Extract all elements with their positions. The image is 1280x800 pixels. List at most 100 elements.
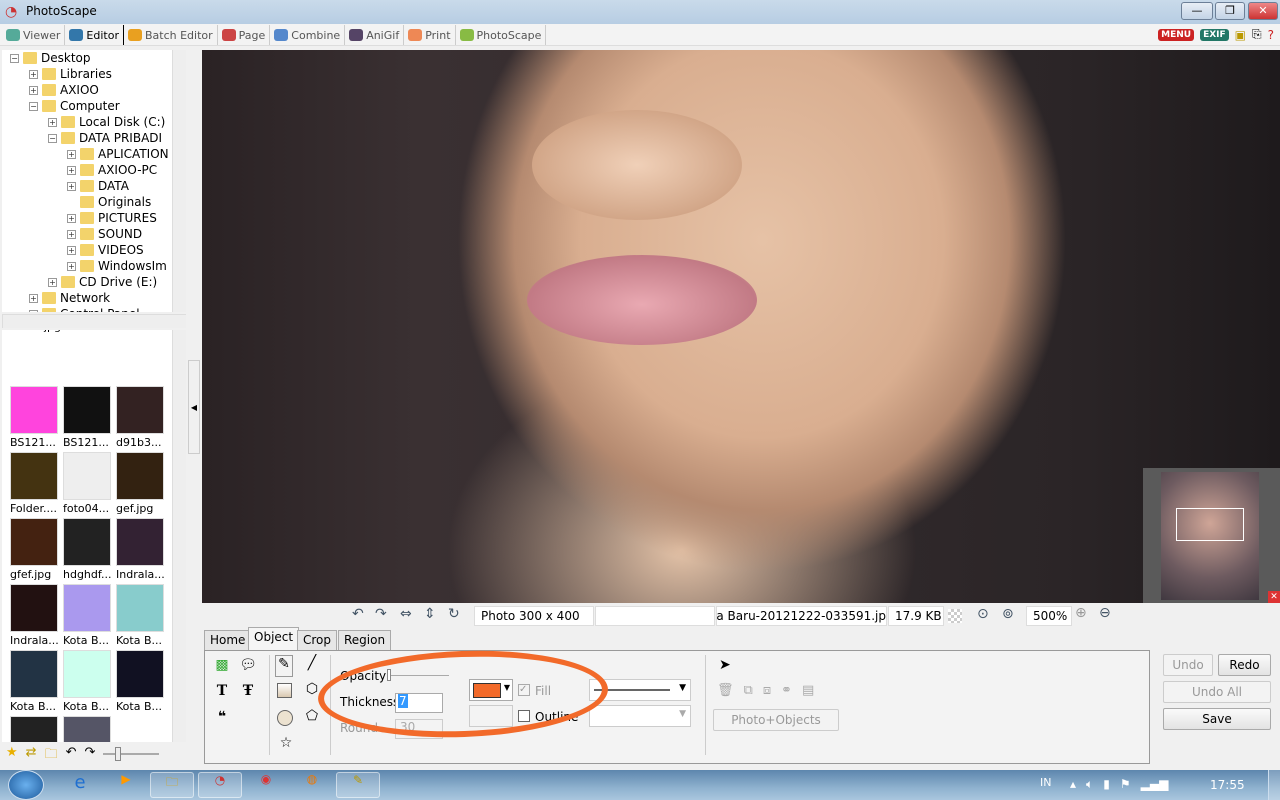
thumbnail-item[interactable]: Kota B... [63,584,113,647]
expand-toggle[interactable]: + [67,213,76,223]
taskbar-photoscape-icon[interactable]: ◔ [198,772,242,798]
expand-toggle[interactable]: − [10,53,19,63]
expand-toggle[interactable]: + [29,293,38,303]
taskbar-ie-icon[interactable]: e [58,772,102,798]
rotate-left-icon[interactable]: ↶ [352,606,364,622]
expand-toggle[interactable]: + [48,117,57,127]
tree-node[interactable]: + APLICATION [67,146,169,162]
tab-home[interactable]: Home [204,630,252,650]
photo-objects-button[interactable]: Photo+Objects [713,709,839,731]
tree-node[interactable]: +Control Panel [29,306,140,312]
tree-node[interactable]: − DATA PRIBADI [48,130,162,146]
expand-toggle[interactable]: + [67,261,76,271]
tree-node[interactable]: Originals [67,194,151,210]
expand-toggle[interactable]: + [67,165,76,175]
taskbar-notepad-icon[interactable]: ✎ [336,772,380,798]
tree-node[interactable]: + Local Disk (C:) [48,114,165,130]
zoom-in-icon[interactable]: ⊕ [1075,605,1087,621]
action-center-flag-icon[interactable]: ⚑ [1120,777,1131,792]
minimize-button[interactable]: — [1181,2,1213,20]
group-icon[interactable]: ⚭ [781,683,792,698]
object-properties-icon[interactable]: ▤ [802,683,814,698]
thumbnail-item[interactable]: Kota B... [63,650,113,713]
expand-toggle[interactable]: + [29,309,38,312]
thumbnail-item[interactable]: BS121... [63,386,113,449]
thumbs-scrollbar[interactable] [172,330,186,742]
expand-toggle[interactable]: + [29,85,38,95]
show-hidden-icons[interactable]: ▴ [1070,777,1076,792]
save-button[interactable]: Save [1163,708,1271,730]
line-icon[interactable]: ╱ [303,655,321,671]
thumbnail-item[interactable]: d91b3... [116,386,166,449]
flip-vertical-icon[interactable]: ⇕ [424,606,436,622]
tree-node[interactable]: + WindowsIm [67,258,167,274]
start-button[interactable] [8,770,44,800]
tab-viewer[interactable]: Viewer [2,25,66,45]
tree-node[interactable]: + SOUND [67,226,142,242]
star-icon[interactable]: ☆ [277,735,295,751]
show-desktop-button[interactable] [1268,770,1280,800]
thumbnail-item[interactable]: Folder.... [10,452,60,515]
thumbnail-item[interactable]: Kota B... [116,650,166,713]
thumbnail-item[interactable]: gfef.jpg [10,518,60,581]
text-icon[interactable]: T [213,683,231,699]
thumbnail-item[interactable]: Indrala... [116,518,166,581]
ellipse-icon[interactable] [277,710,293,726]
bring-front-icon[interactable]: ⧈ [763,683,771,698]
volume-icon[interactable]: 🔈︎ [1086,777,1093,792]
power-icon[interactable]: ▮ [1103,777,1110,792]
film-icon[interactable]: ▣ [1235,28,1246,42]
taskbar-media-icon[interactable]: ▶ [104,772,148,798]
expand-toggle[interactable]: + [67,149,76,159]
zoom-level[interactable]: 500% [1026,606,1072,626]
thumbnail-item[interactable]: Untitle... [10,716,60,742]
speech-balloon-icon[interactable]: 💬︎ [239,657,257,673]
text-outline-icon[interactable]: Ŧ [239,683,257,699]
tab-anigif[interactable]: AniGif [345,25,405,45]
rotate-free-icon[interactable]: ↻ [448,606,460,622]
help-icon[interactable]: ? [1268,28,1274,42]
tree-node[interactable]: + AXIOO [29,82,99,98]
tab-print[interactable]: Print [404,25,456,45]
tree-node[interactable]: + Libraries [29,66,112,82]
thumbnail-item[interactable]: gef.jpg [116,452,166,515]
favorite-icon[interactable]: ★ [6,745,18,767]
tab-page[interactable]: Page [218,25,271,45]
tree-node[interactable]: + AXIOO-PC [67,162,157,178]
clock[interactable]: 17:55 [1210,778,1245,792]
tree-vertical-scrollbar[interactable] [172,50,186,312]
tab-object[interactable]: Object [248,627,300,651]
expand-toggle[interactable]: + [48,277,57,287]
thumbnail-item[interactable]: BLOG2... [116,330,166,333]
restore-button[interactable]: ❐ [1215,2,1245,20]
tree-node[interactable]: + VIDEOS [67,242,144,258]
tree-node[interactable]: − Computer [29,98,120,114]
collapse-panel-handle[interactable]: ◀ [188,360,200,454]
undo-button[interactable]: Undo [1163,654,1213,676]
expand-toggle[interactable]: + [67,229,76,239]
refresh-icon[interactable]: ⇄ [26,745,37,767]
tree-node[interactable]: + DATA [67,178,129,194]
photo-canvas[interactable] [202,50,1280,603]
navigator-viewport-box[interactable] [1176,508,1244,541]
tree-horizontal-scrollbar[interactable] [2,314,186,328]
thumbnail-item[interactable]: wals (1... [63,716,113,742]
thumbnail-item[interactable]: Kota B... [10,650,60,713]
expand-toggle[interactable]: − [48,133,57,143]
close-navigator-icon[interactable]: ✕ [1268,591,1280,603]
taskbar-firefox-icon[interactable]: ◍ [290,772,334,798]
freehand-icon[interactable]: ✎ [275,655,293,677]
zoom-fit-icon[interactable]: ⊚ [1002,606,1014,622]
thumbnail-item[interactable]: Kota B... [116,584,166,647]
expand-toggle[interactable]: − [29,101,38,111]
thumbnail-item[interactable]: BLOG1... [63,330,113,333]
thumbnail-item[interactable]: BS121... [10,386,60,449]
thumbnail-item[interactable]: foto04... [63,452,113,515]
pentagon-icon[interactable]: ⬠ [303,708,321,724]
exif-button[interactable]: EXIF [1200,28,1229,41]
zoom-actual-icon[interactable]: ⊙ [977,606,989,622]
thumbnail-item[interactable]: BLOG.jpg [10,330,61,333]
thumbnail-item[interactable]: hdghdf... [63,518,113,581]
back-icon[interactable]: ↶ [66,745,77,767]
tree-node[interactable]: + CD Drive (E:) [48,274,157,290]
